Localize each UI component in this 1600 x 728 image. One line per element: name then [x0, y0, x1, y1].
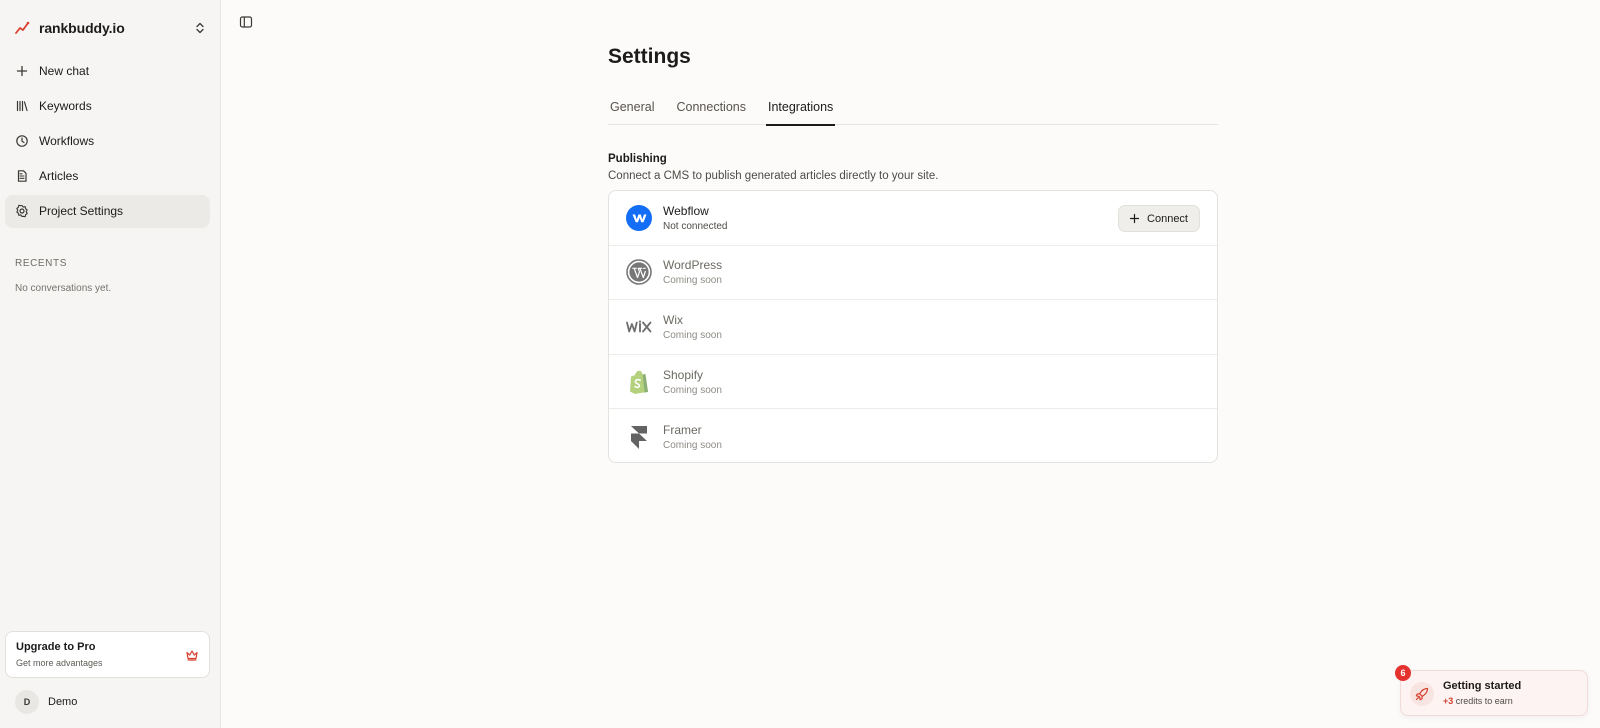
clock-icon	[16, 135, 28, 147]
integration-name: Shopify	[663, 367, 704, 382]
sidebar-item-workflows[interactable]: Workflows	[5, 124, 210, 157]
sidebar: rankbuddy.io New chat Keywords Workflows	[0, 0, 221, 728]
tab-connections[interactable]: Connections	[674, 95, 748, 125]
getting-started-widget[interactable]: 6 Getting started +3 credits to earn	[1395, 665, 1588, 716]
document-icon	[17, 170, 27, 182]
toast-subtitle: +3 credits to earn	[1443, 696, 1513, 706]
sidebar-item-keywords[interactable]: Keywords	[5, 89, 210, 122]
section-title: Publishing	[608, 153, 667, 165]
integration-info: Framer Coming soon	[663, 423, 722, 451]
sidebar-item-label: Keywords	[39, 98, 92, 113]
credits-text: credits to earn	[1453, 696, 1513, 706]
integration-row-wix: Wix Coming soon	[609, 300, 1217, 355]
plus-icon	[16, 65, 28, 76]
rocket-icon-wrap	[1410, 682, 1434, 706]
integration-name: Framer	[663, 422, 702, 437]
tab-integrations[interactable]: Integrations	[765, 95, 836, 126]
integration-status: Coming soon	[663, 384, 722, 396]
library-icon	[16, 100, 28, 111]
integration-status: Not connected	[663, 220, 728, 232]
integration-info: Webflow Not connected	[663, 204, 728, 232]
settings-tabs: General Connections Integrations	[608, 95, 1218, 126]
project-switcher[interactable]: rankbuddy.io	[14, 16, 207, 40]
connect-button-label: Connect	[1147, 212, 1188, 225]
integration-info: Shopify Coming soon	[663, 368, 722, 396]
page-title: Settings	[608, 45, 691, 68]
chevron-up-down-icon	[196, 22, 204, 34]
sidebar-toggle-icon[interactable]	[239, 15, 253, 29]
sidebar-item-new-chat[interactable]: New chat	[5, 54, 210, 87]
user-menu[interactable]: D Demo	[15, 690, 77, 714]
sidebar-item-label: New chat	[39, 63, 90, 78]
integration-row-wordpress: WordPress Coming soon	[609, 246, 1217, 301]
integration-name: Webflow	[663, 203, 709, 218]
trend-logo-icon	[15, 21, 30, 34]
tab-general[interactable]: General	[608, 95, 656, 125]
toast-title: Getting started	[1443, 680, 1522, 692]
integrations-list: Webflow Not connected Connect WordPress …	[608, 190, 1218, 463]
upgrade-title: Upgrade to Pro	[16, 641, 96, 653]
credits-amount: +3	[1443, 696, 1454, 706]
sidebar-item-articles[interactable]: Articles	[5, 160, 210, 193]
brand-name: rankbuddy.io	[39, 20, 125, 36]
crown-icon	[186, 650, 198, 661]
integration-name: WordPress	[663, 258, 723, 273]
framer-icon	[631, 425, 647, 449]
connect-webflow-button[interactable]: Connect	[1118, 205, 1200, 232]
shopify-icon	[630, 370, 648, 394]
integration-row-shopify: Shopify Coming soon	[609, 355, 1217, 410]
integration-row-framer: Framer Coming soon	[609, 409, 1217, 462]
sidebar-item-label: Project Settings	[39, 204, 124, 219]
recents-empty-text: No conversations yet.	[15, 283, 112, 294]
notification-count-badge: 6	[1395, 665, 1411, 681]
avatar: D	[15, 690, 39, 714]
integration-status: Coming soon	[663, 275, 722, 287]
recents-heading: RECENTS	[15, 258, 67, 269]
user-name: Demo	[48, 696, 78, 708]
plus-icon	[1129, 213, 1140, 224]
section-description: Connect a CMS to publish generated artic…	[608, 170, 939, 182]
wordpress-icon	[626, 259, 652, 286]
sidebar-item-project-settings[interactable]: Project Settings	[5, 194, 210, 228]
integration-status: Coming soon	[663, 329, 722, 341]
integration-row-webflow: Webflow Not connected Connect	[609, 191, 1217, 246]
integration-name: Wix	[663, 312, 683, 327]
rocket-icon	[1415, 687, 1429, 701]
sidebar-item-label: Articles	[39, 169, 79, 184]
upgrade-to-pro-card[interactable]: Upgrade to Pro Get more advantages	[5, 631, 210, 678]
integration-status: Coming soon	[663, 439, 722, 451]
integration-info: Wix Coming soon	[663, 313, 722, 341]
sidebar-item-label: Workflows	[39, 133, 95, 148]
gear-icon	[16, 205, 28, 218]
webflow-icon	[626, 204, 652, 231]
sidebar-nav: New chat Keywords Workflows Articles Pro…	[5, 54, 210, 230]
wix-icon	[626, 320, 652, 333]
upgrade-subtitle: Get more advantages	[16, 658, 103, 668]
integration-info: WordPress Coming soon	[663, 258, 722, 286]
